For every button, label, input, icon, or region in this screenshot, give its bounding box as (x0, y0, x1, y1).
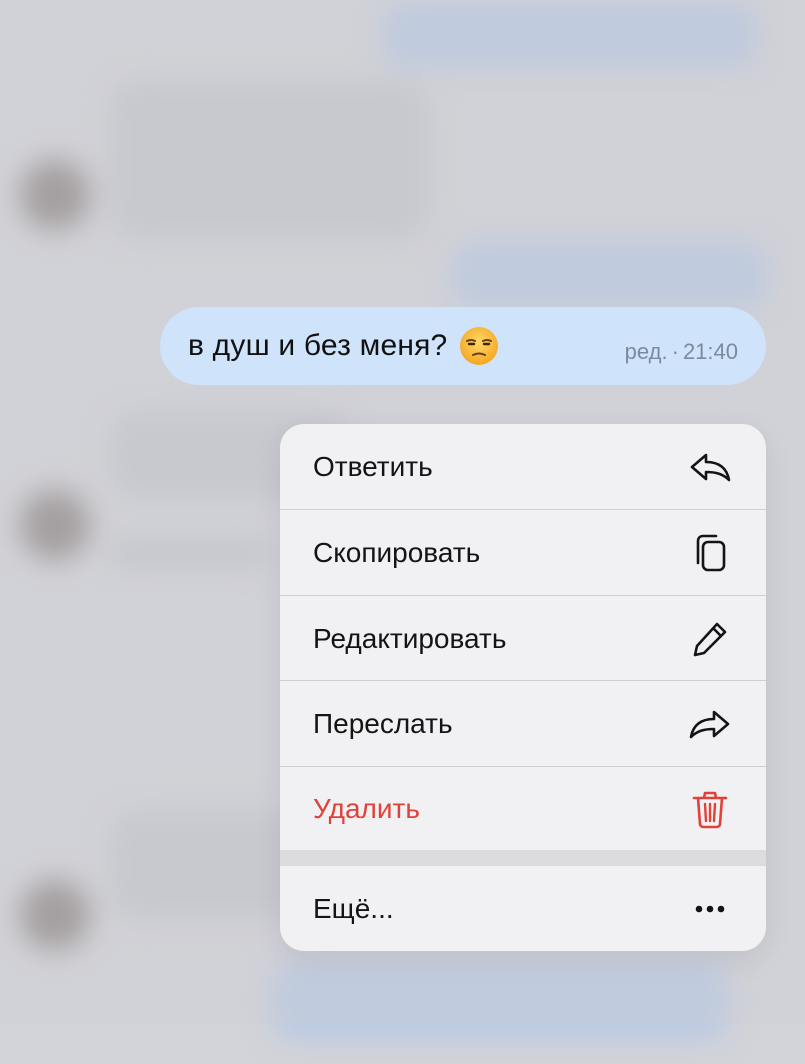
menu-item-label: Ещё... (313, 892, 394, 924)
forward-icon (688, 702, 732, 746)
menu-item-delete[interactable]: Удалить (280, 766, 766, 851)
menu-item-label: Удалить (313, 792, 420, 824)
message-meta: ред. · 21:40 (625, 327, 738, 365)
menu-item-label: Редактировать (313, 622, 507, 654)
copy-icon (688, 531, 732, 575)
menu-group-separator (280, 850, 766, 866)
pencil-icon (688, 617, 732, 661)
menu-item-label: Скопировать (313, 536, 481, 568)
trash-icon (688, 787, 732, 831)
more-dots-icon (688, 887, 732, 931)
menu-item-copy[interactable]: Скопировать (280, 510, 766, 595)
meta-separator: · (671, 339, 679, 364)
menu-item-label: Переслать (313, 707, 453, 739)
reply-icon (688, 445, 732, 489)
edited-label: ред. (624, 339, 668, 364)
menu-item-more[interactable]: Ещё... (280, 866, 766, 951)
unamused-face-icon (460, 327, 499, 365)
message-time: 21:40 (682, 339, 738, 364)
menu-item-forward[interactable]: Переслать (280, 681, 766, 766)
menu-item-reply[interactable]: Ответить (280, 424, 766, 509)
context-menu: Ответить Скопировать Редактировать Перес… (280, 424, 766, 951)
selected-message-bubble[interactable]: в душ и без меня? ред. · 21:40 (160, 307, 766, 385)
menu-item-label: Ответить (313, 450, 433, 482)
message-text: в душ и без меня? (188, 329, 448, 362)
menu-item-edit[interactable]: Редактировать (280, 596, 766, 681)
